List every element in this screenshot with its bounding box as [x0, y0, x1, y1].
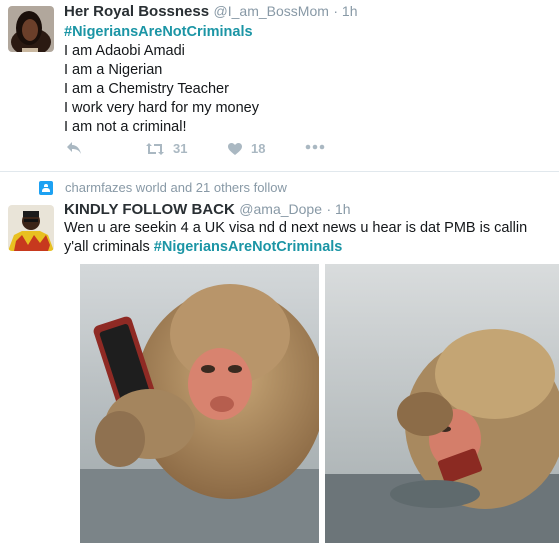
like-button[interactable]: 18 [227, 141, 265, 156]
retweet-count: 31 [173, 141, 188, 156]
tweet: Her Royal Bossness @I_am_BossMom · 1h #N… [0, 0, 559, 170]
media-grid [80, 264, 559, 543]
heart-icon [228, 142, 242, 155]
handle[interactable]: @ama_Dope [239, 201, 322, 217]
timestamp[interactable]: 1h [335, 201, 351, 217]
tweet-line: I am a Chemistry Teacher [64, 81, 229, 97]
display-name[interactable]: KINDLY FOLLOW BACK [64, 201, 235, 218]
timestamp[interactable]: 1h [342, 3, 358, 19]
reply-icon [67, 142, 81, 154]
separator: · [326, 201, 336, 217]
retweet-button[interactable]: 31 [145, 141, 187, 156]
divider [0, 171, 559, 172]
separator: · [333, 3, 342, 19]
photo-monkey-phone[interactable] [80, 264, 319, 543]
user-icon [39, 180, 53, 195]
social-context[interactable]: charmfazes world and 21 others follow [39, 180, 287, 195]
hashtag-link[interactable]: #NigeriansAreNotCriminals [154, 239, 343, 255]
avatar[interactable] [8, 6, 54, 52]
tweet-line: I am a Nigerian [64, 62, 163, 78]
tweet-line: I am not a criminal! [64, 119, 187, 135]
tweet-header: KINDLY FOLLOW BACK @ama_Dope · 1h [64, 201, 351, 219]
reply-button[interactable] [66, 141, 82, 155]
more-button[interactable] [305, 144, 325, 150]
social-context-text: charmfazes world and 21 others follow [65, 180, 287, 195]
tweet-text: Wen u are seekin 4 a UK visa nd d next n… [64, 219, 554, 257]
more-icon [305, 144, 325, 150]
hashtag-link[interactable]: #NigeriansAreNotCriminals [64, 23, 259, 42]
tweet-line: I am Adaobi Amadi [64, 43, 185, 59]
display-name[interactable]: Her Royal Bossness [64, 3, 209, 20]
photo-monkey-phone[interactable] [325, 264, 559, 543]
like-count: 18 [251, 141, 266, 156]
tweet-header: Her Royal Bossness @I_am_BossMom · 1h [64, 3, 357, 21]
tweet-text: #NigeriansAreNotCriminals I am Adaobi Am… [64, 23, 259, 137]
retweet-icon [146, 142, 164, 155]
avatar[interactable] [8, 205, 54, 251]
tweet-line: I work very hard for my money [64, 100, 259, 116]
handle[interactable]: @I_am_BossMom [214, 3, 329, 19]
